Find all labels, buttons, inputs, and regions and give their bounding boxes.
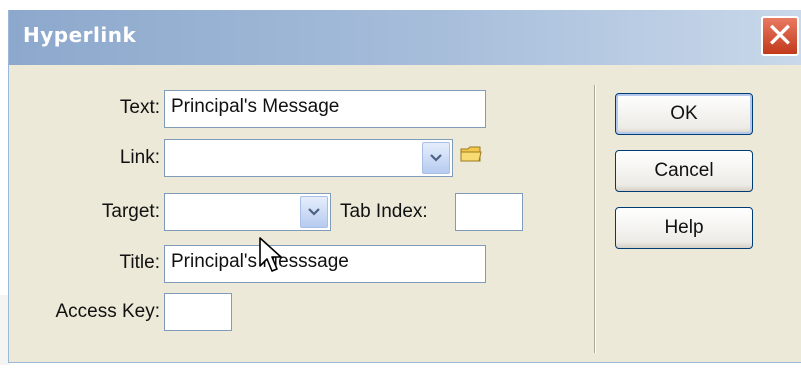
link-label: Link: — [119, 147, 160, 168]
text-input[interactable]: Principal's Message — [164, 90, 486, 128]
access-key-label: Access Key: — [55, 301, 160, 322]
chevron-down-icon[interactable] — [300, 196, 328, 228]
title-input[interactable]: Principal's Messsage — [164, 245, 486, 283]
mouse-cursor-icon — [259, 237, 282, 272]
hyperlink-dialog: Hyperlink ✕ Text: Principal's Message Li… — [8, 10, 801, 363]
close-button[interactable]: ✕ — [761, 16, 799, 56]
text-label: Text: — [119, 97, 160, 118]
folder-icon[interactable] — [460, 145, 482, 163]
close-icon: ✕ — [765, 16, 795, 56]
title-label: Title: — [119, 252, 160, 273]
tab-index-label: Tab Index: — [340, 201, 428, 222]
title-bar[interactable]: Hyperlink ✕ — [9, 10, 801, 65]
target-label: Target: — [101, 201, 160, 222]
target-combobox[interactable] — [164, 193, 331, 231]
tab-index-input[interactable] — [455, 193, 523, 231]
dialog-content: Text: Principal's Message Link: Target: … — [9, 65, 801, 363]
vertical-separator — [594, 85, 595, 353]
ok-button[interactable]: OK — [615, 93, 753, 135]
help-button[interactable]: Help — [615, 207, 753, 249]
chevron-down-icon[interactable] — [422, 142, 450, 174]
access-key-input[interactable] — [164, 293, 232, 331]
cancel-button[interactable]: Cancel — [615, 150, 753, 192]
dialog-title: Hyperlink — [23, 23, 137, 47]
link-combobox[interactable] — [164, 139, 453, 177]
